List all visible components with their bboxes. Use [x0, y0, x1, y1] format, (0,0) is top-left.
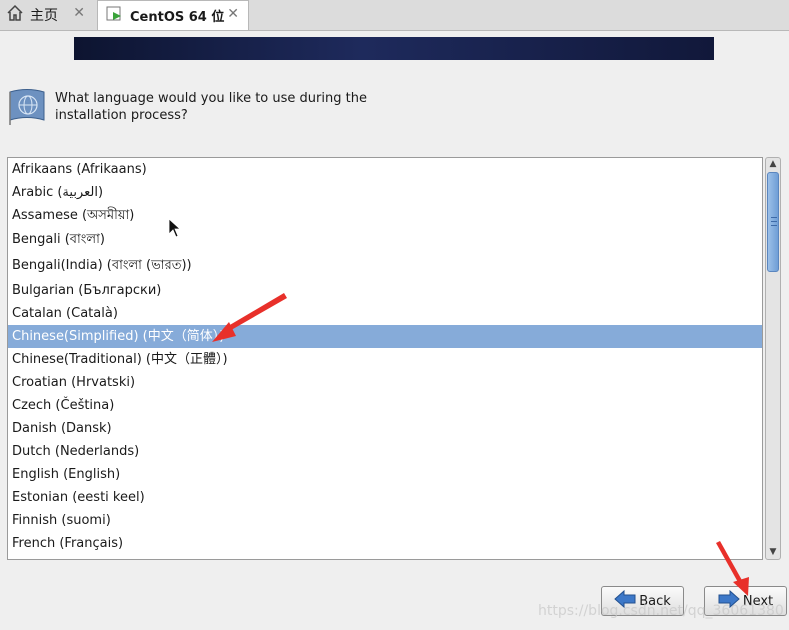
list-item[interactable]: Chinese(Traditional) (中文（正體）) — [8, 348, 762, 371]
list-item[interactable]: Afrikaans (Afrikaans) — [8, 158, 762, 181]
prompt-line-1: What language would you like to use duri… — [55, 91, 367, 106]
list-item-selected[interactable]: Chinese(Simplified) (中文（简体）) — [8, 325, 762, 348]
list-item[interactable]: Catalan (Català) — [8, 302, 762, 325]
tab-home[interactable]: 主页 ✕ — [0, 0, 93, 29]
list-item[interactable]: Dutch (Nederlands) — [8, 440, 762, 463]
prompt-line-2: installation process? — [55, 108, 188, 123]
scroll-thumb[interactable] — [767, 172, 779, 272]
globe-flag-icon — [7, 88, 47, 130]
language-list[interactable]: Afrikaans (Afrikaans) Arabic (العربية) A… — [7, 157, 763, 560]
list-item[interactable]: Estonian (eesti keel) — [8, 486, 762, 509]
list-item[interactable]: Bengali(India) (বাংলা (ভারত)) — [8, 253, 762, 279]
list-item[interactable]: Bulgarian (Български) — [8, 279, 762, 302]
tab-centos-label: CentOS 64 位 — [130, 10, 225, 25]
tab-home-label: 主页 — [30, 7, 58, 24]
watermark: https://blog.csdn.net/qq_36061380 — [538, 603, 784, 619]
list-item[interactable]: Arabic (العربية) — [8, 181, 762, 204]
list-item[interactable]: English (English) — [8, 463, 762, 486]
list-item[interactable]: Bengali (বাংলা) — [8, 227, 762, 253]
list-item[interactable]: Assamese (অসমীয়া) — [8, 204, 762, 227]
list-item[interactable]: Czech (Čeština) — [8, 394, 762, 417]
tab-centos[interactable]: CentOS 64 位 ✕ — [97, 0, 249, 30]
list-item[interactable]: French (Français) — [8, 532, 762, 555]
grip-icon — [771, 217, 777, 226]
close-icon[interactable]: ✕ — [227, 6, 239, 22]
language-prompt: What language would you like to use duri… — [55, 90, 385, 124]
scroll-up-icon[interactable]: ▲ — [766, 158, 780, 171]
list-scrollbar[interactable]: ▲ ▼ — [765, 157, 781, 560]
tab-bar: 主页 ✕ CentOS 64 位 ✕ — [0, 0, 789, 31]
list-item[interactable]: Finnish (suomi) — [8, 509, 762, 532]
installer-banner — [74, 37, 714, 60]
vm-icon — [106, 5, 124, 27]
list-item[interactable]: Croatian (Hrvatski) — [8, 371, 762, 394]
close-icon[interactable]: ✕ — [73, 5, 85, 21]
list-item[interactable]: Danish (Dansk) — [8, 417, 762, 440]
scroll-down-icon[interactable]: ▼ — [766, 546, 780, 559]
home-icon — [6, 4, 24, 26]
